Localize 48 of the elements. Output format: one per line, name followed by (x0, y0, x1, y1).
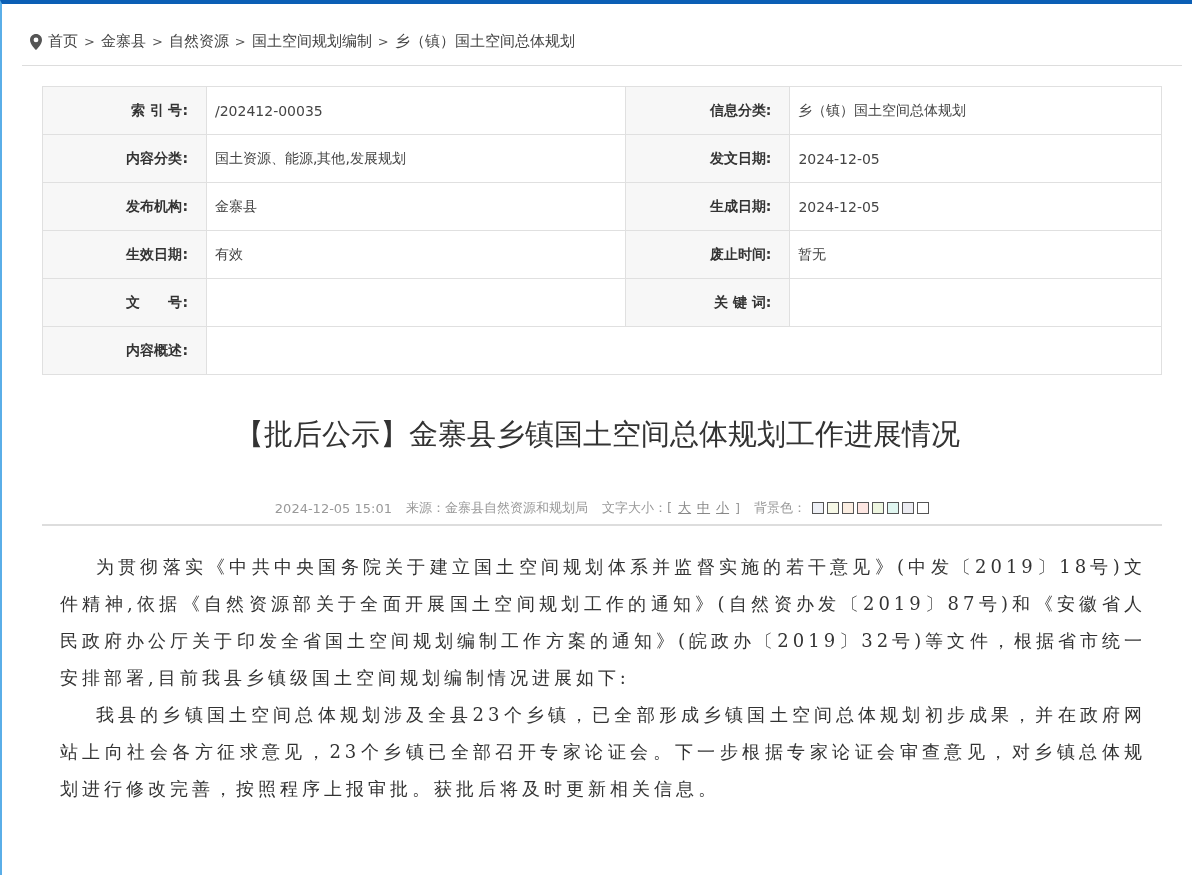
breadcrumb-link[interactable]: 自然资源 (168, 32, 229, 51)
article-title: 【批后公示】金寨县乡镇国土空间总体规划工作进展情况 (233, 416, 961, 453)
bracket-text: ] (735, 500, 741, 516)
field-label: 索 引 号: (42, 86, 207, 135)
color-swatch[interactable] (917, 502, 930, 514)
background-label: 背景色： (754, 499, 807, 517)
color-swatch[interactable] (812, 502, 825, 514)
field-value: 国土资源、能源,其他,发展规划 (206, 134, 626, 183)
field-label: 文 号: (42, 278, 207, 327)
color-swatch[interactable] (827, 502, 840, 514)
font-size-label: 文字大小：[ (602, 499, 673, 517)
color-swatch[interactable] (887, 502, 900, 514)
field-value: 2024-12-05 (789, 134, 1162, 183)
article-paragraph: 为贯彻落实《中共中央国务院关于建立国土空间规划体系并监督实施的若干意见》(中发〔2019〕18号)文件精神,依据《自然资源部关于全面开展国土空间规划工作的通知》(自然资办发〔2019〕87号)和《安徽省人民政府办公厅关于印发全省国土空间规划编制工作方案的通知》(皖政办〔2019〕32号)等文件，根据省市统一安排部署,目前我县乡镇级国土空间规划编制情况进展如下: (60, 555, 1146, 690)
location-pin-icon (30, 33, 42, 50)
source-text: 来源：金寨县自然资源和规划局 (406, 499, 588, 517)
breadcrumb-separator: > (84, 34, 95, 49)
field-label: 发布机构: (42, 182, 207, 231)
field-label: 发文日期: (625, 134, 790, 183)
field-label: 废止时间: (625, 230, 790, 279)
field-label: 信息分类: (625, 86, 790, 135)
field-label: 关 键 词: (625, 278, 790, 327)
field-label: 内容分类: (42, 134, 207, 183)
field-value: /202412-00035 (206, 86, 626, 135)
breadcrumb-link[interactable]: 首页 (48, 32, 78, 51)
breadcrumb-separator: > (151, 34, 163, 49)
font-size-link[interactable]: 大 (678, 499, 692, 517)
color-swatch[interactable] (842, 502, 855, 514)
color-swatch[interactable] (902, 502, 915, 514)
field-value: 暂无 (789, 230, 1162, 279)
publish-date: 2024-12-05 15:01 (274, 500, 392, 516)
field-label: 内容概述: (42, 326, 207, 375)
field-value: 有效 (206, 230, 626, 279)
field-label: 生效日期: (42, 230, 207, 279)
breadcrumb-separator: > (377, 34, 389, 49)
breadcrumb-link[interactable]: 乡（镇）国土空间总体规划 (394, 32, 575, 51)
font-size-link[interactable]: 小 (716, 499, 730, 517)
field-label: 生成日期: (625, 182, 790, 231)
article-paragraph: 我县的乡镇国土空间总体规划涉及全县23个乡镇，已全部形成乡镇国土空间总体规划初步成果，并在政府网站上向社会各方征求意见，23个乡镇已全部召开专家论证会。下一步根据专家论证会审查意见，对乡镇总体规划进行修改完善，按照程序上报审批。获批后将及时更新相关信息。 (60, 703, 1146, 801)
field-value: 乡（镇）国土空间总体规划 (789, 86, 1162, 135)
breadcrumb-link[interactable]: 金寨县 (100, 32, 146, 51)
breadcrumb-separator: > (234, 34, 246, 49)
color-swatch[interactable] (872, 502, 885, 514)
field-value: 2024-12-05 (789, 182, 1162, 231)
breadcrumb-link[interactable]: 国土空间规划编制 (251, 32, 372, 51)
field-value: 金寨县 (206, 182, 626, 231)
font-size-link[interactable]: 中 (697, 499, 711, 517)
color-swatch[interactable] (857, 502, 870, 514)
